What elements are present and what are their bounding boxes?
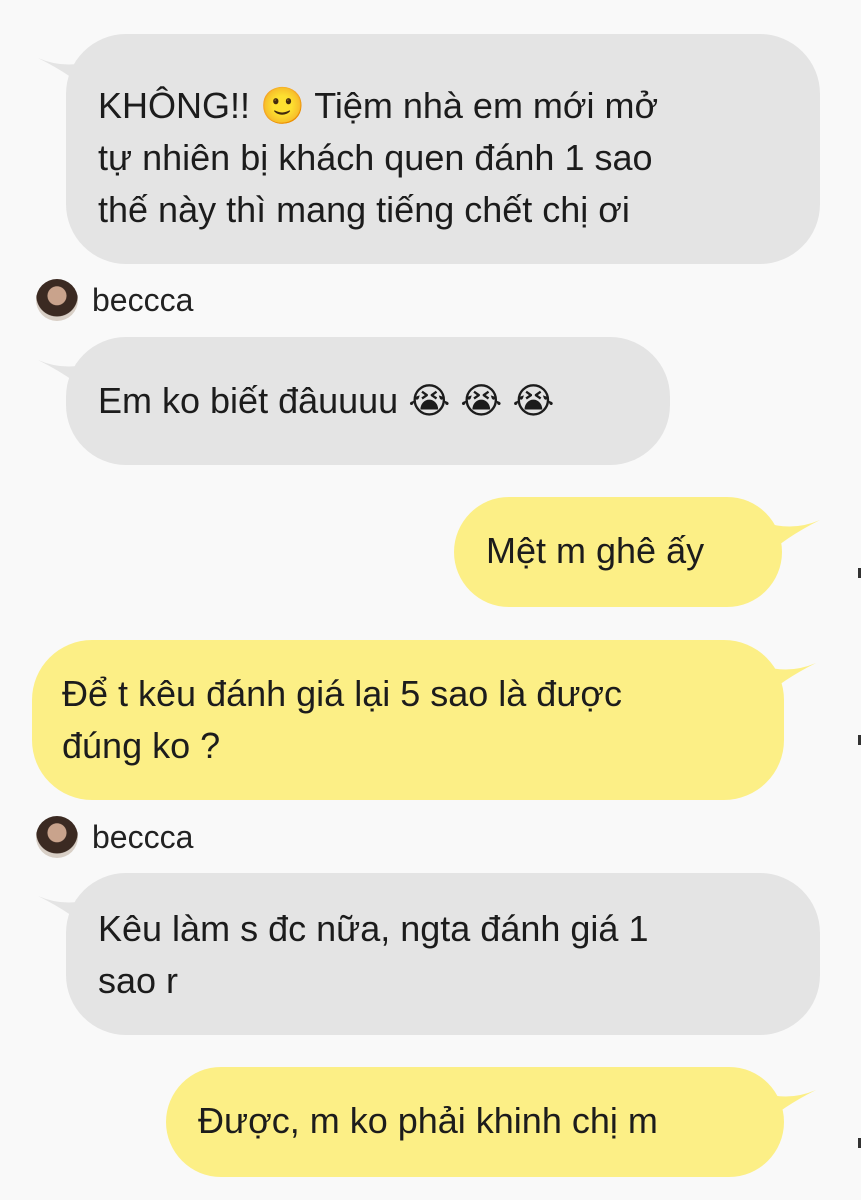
message-bubble-outgoing[interactable]: Mệt m ghê ấy xyxy=(454,497,782,607)
message-bubble-incoming[interactable]: KHÔNG!! 🙂 Tiệm nhà em mới mở tự nhiên bị… xyxy=(66,34,820,264)
sender-name: beccca xyxy=(92,818,194,855)
message-bubble-incoming[interactable]: Kêu làm s đc nữa, ngta đánh giá 1 sao r xyxy=(66,873,820,1035)
avatar[interactable] xyxy=(36,279,78,321)
message-bubble-outgoing[interactable]: Được, m ko phải khinh chị m xyxy=(166,1067,784,1177)
message-bubble-outgoing[interactable]: Để t kêu đánh giá lại 5 sao là được đúng… xyxy=(32,640,784,800)
sender-row: beccca xyxy=(36,815,193,859)
sender-name: beccca xyxy=(92,281,194,318)
message-bubble-incoming[interactable]: Em ko biết đâuuuu 😭 😭 😭 xyxy=(66,337,670,465)
avatar[interactable] xyxy=(36,816,78,858)
sender-row: beccca xyxy=(36,278,193,322)
